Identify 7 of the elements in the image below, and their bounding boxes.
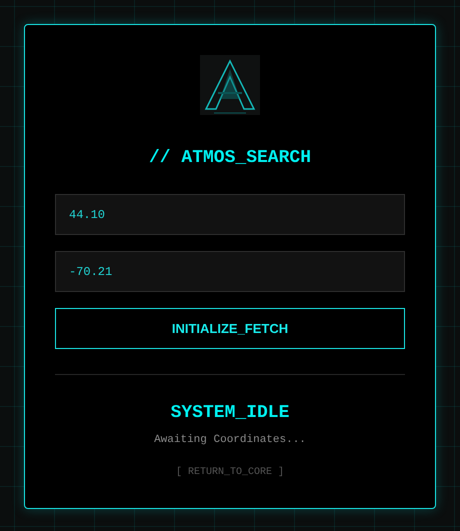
coordinate-input[interactable]: -70.21	[55, 251, 405, 292]
coordinate-input[interactable]: 44.10	[55, 194, 405, 235]
status-message: Awaiting Coordinates...	[154, 433, 306, 448]
logo-icon	[200, 55, 260, 115]
fetch-button[interactable]: INITIALIZE_FETCH	[55, 308, 405, 349]
page-title: // ATMOS_SEARCH	[148, 148, 312, 168]
status-heading: SYSTEM_IDLE	[170, 403, 290, 423]
